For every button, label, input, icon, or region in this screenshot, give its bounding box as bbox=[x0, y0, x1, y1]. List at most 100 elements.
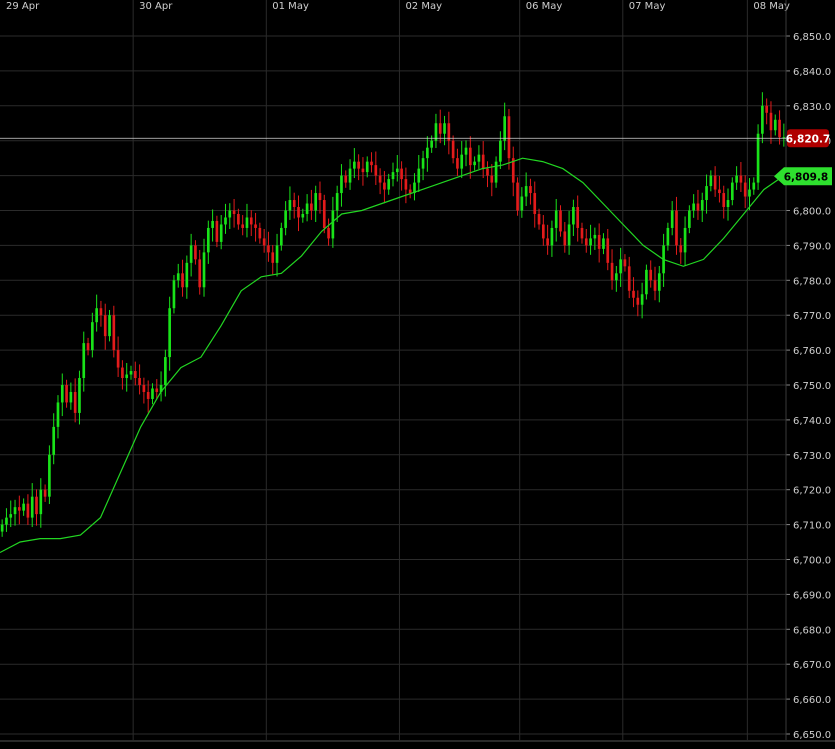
candle-body bbox=[95, 308, 98, 323]
candle-body bbox=[589, 238, 592, 246]
candle-body bbox=[9, 514, 13, 518]
candle-body bbox=[602, 238, 605, 249]
candle-body bbox=[438, 123, 442, 134]
candle-body bbox=[576, 207, 580, 228]
chart-background bbox=[0, 0, 835, 745]
candle-body bbox=[520, 196, 524, 211]
candle-body bbox=[709, 175, 713, 187]
candle-body bbox=[615, 273, 618, 281]
candle-body bbox=[22, 503, 25, 511]
candle-body bbox=[206, 227, 210, 253]
candle-body bbox=[529, 186, 532, 194]
candle-body bbox=[39, 489, 43, 515]
y-tick-label: 6,830.0 bbox=[793, 102, 831, 113]
candle-body bbox=[533, 193, 537, 214]
candle-body bbox=[99, 308, 103, 316]
candle-body bbox=[730, 182, 734, 201]
last-price-label: 6,820.7 bbox=[786, 133, 831, 145]
candle-body bbox=[335, 193, 339, 211]
candle-body bbox=[48, 454, 51, 497]
candle-body bbox=[468, 147, 472, 166]
date-label: 02 May bbox=[405, 1, 442, 12]
ma-price-label: 6,809.8 bbox=[784, 171, 829, 183]
candle-body bbox=[5, 517, 8, 525]
candle-body bbox=[718, 189, 721, 194]
candle-body bbox=[146, 391, 150, 399]
candle-body bbox=[172, 280, 176, 309]
candle-body bbox=[224, 217, 227, 225]
candle-body bbox=[138, 378, 141, 385]
y-tick-label: 6,720.0 bbox=[793, 486, 831, 497]
candle-body bbox=[121, 367, 124, 379]
candle-body bbox=[151, 388, 154, 399]
candle-body bbox=[176, 273, 180, 281]
candle-body bbox=[391, 172, 395, 180]
candle-body bbox=[125, 374, 129, 379]
candle-body bbox=[78, 378, 81, 413]
date-label: 30 Apr bbox=[139, 1, 173, 12]
candle-body bbox=[417, 168, 421, 183]
y-tick-label: 6,780.0 bbox=[793, 276, 831, 287]
candle-body bbox=[129, 371, 133, 375]
candle-body bbox=[593, 234, 597, 239]
candle-body bbox=[546, 238, 549, 246]
candle-body bbox=[112, 315, 116, 351]
candle-body bbox=[288, 200, 292, 211]
candle-body bbox=[486, 168, 489, 176]
y-tick-label: 6,670.0 bbox=[793, 660, 831, 671]
candle-body bbox=[739, 175, 743, 183]
candle-body bbox=[202, 252, 206, 288]
candle-body bbox=[619, 259, 622, 274]
candle-body bbox=[17, 507, 21, 511]
candle-body bbox=[395, 168, 399, 173]
candle-body bbox=[237, 213, 240, 225]
candle-body bbox=[13, 507, 17, 515]
candle-body bbox=[726, 200, 730, 208]
candle-body bbox=[460, 154, 464, 169]
candle-body bbox=[537, 213, 541, 225]
candle-body bbox=[516, 182, 519, 211]
candle-body bbox=[550, 227, 554, 246]
candle-body bbox=[464, 147, 468, 155]
candle-body bbox=[365, 161, 369, 173]
candle-body bbox=[215, 220, 219, 242]
y-tick-label: 6,740.0 bbox=[793, 416, 831, 427]
candle-body bbox=[722, 193, 726, 208]
candle-body bbox=[245, 217, 249, 228]
candle-body bbox=[670, 210, 674, 228]
y-tick-label: 6,840.0 bbox=[793, 67, 831, 78]
candle-body bbox=[451, 140, 455, 159]
candle-body bbox=[155, 388, 159, 392]
candle-body bbox=[322, 200, 326, 228]
candle-body bbox=[254, 224, 257, 228]
candle-body bbox=[426, 147, 429, 159]
candle-body bbox=[297, 207, 300, 218]
y-tick-label: 6,730.0 bbox=[793, 451, 831, 462]
candle-body bbox=[30, 496, 34, 518]
candle-body bbox=[301, 213, 305, 218]
candle-body bbox=[481, 154, 485, 169]
candle-body bbox=[0, 524, 4, 532]
candle-body bbox=[60, 385, 64, 403]
candle-body bbox=[430, 140, 433, 148]
candle-body bbox=[421, 158, 425, 169]
candle-body bbox=[456, 158, 459, 169]
candle-body bbox=[696, 203, 700, 211]
y-tick-label: 6,700.0 bbox=[793, 556, 831, 567]
y-tick-label: 6,650.0 bbox=[793, 730, 831, 741]
candle-body bbox=[554, 210, 558, 228]
candle-body bbox=[219, 224, 223, 242]
candle-body bbox=[503, 116, 507, 141]
candle-body bbox=[353, 161, 356, 169]
candle-body bbox=[35, 496, 38, 515]
candle-body bbox=[748, 189, 751, 197]
date-label: 29 Apr bbox=[6, 1, 40, 12]
candle-body bbox=[756, 133, 760, 183]
candle-body bbox=[73, 391, 77, 413]
candle-body bbox=[305, 203, 309, 214]
candle-body bbox=[69, 391, 73, 403]
date-label: 07 May bbox=[629, 1, 666, 12]
candle-body bbox=[194, 245, 197, 260]
candle-body bbox=[765, 105, 769, 113]
candle-body bbox=[636, 297, 640, 305]
